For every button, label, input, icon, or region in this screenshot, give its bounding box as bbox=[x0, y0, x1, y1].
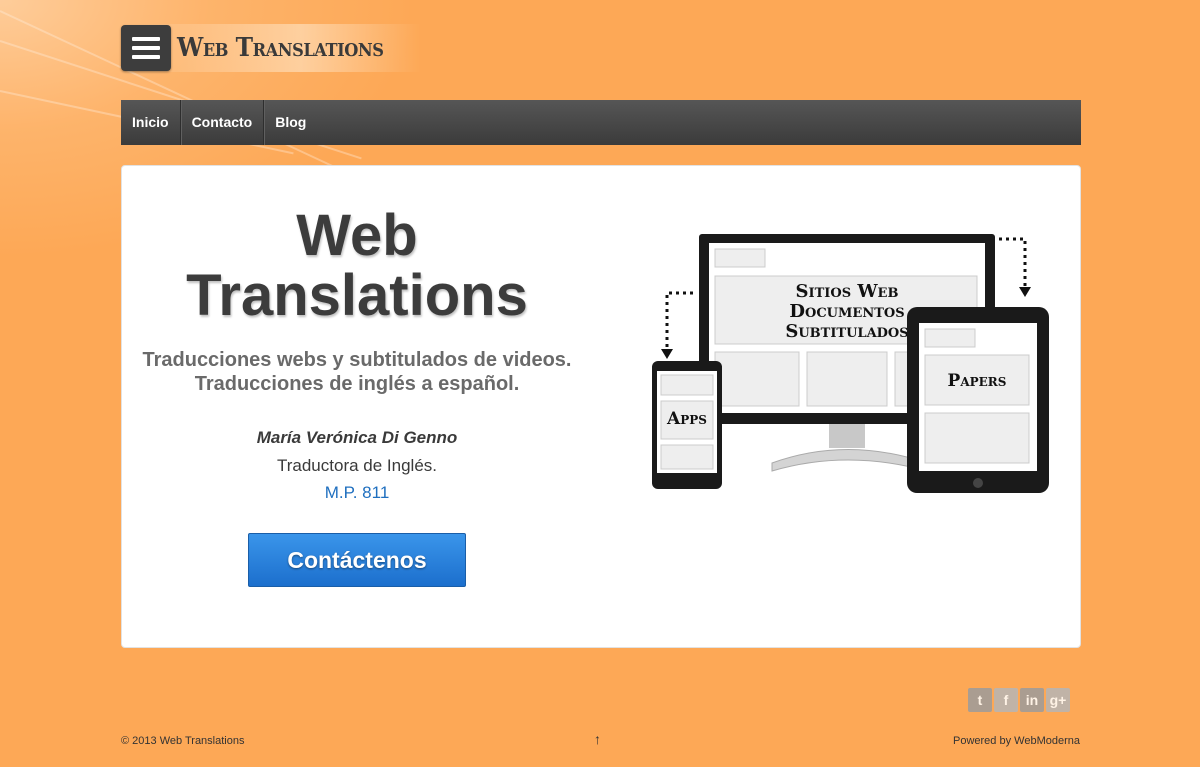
phone-label: Apps bbox=[666, 409, 707, 429]
monitor-label-2: Documentos bbox=[789, 301, 904, 322]
registration-number: M.P. 811 bbox=[324, 483, 390, 502]
linkedin-icon[interactable]: in bbox=[1020, 688, 1044, 712]
arrow-head-icon bbox=[661, 349, 673, 359]
translator-role: Traductora de Inglés. bbox=[276, 456, 437, 475]
nav-item-contacto[interactable]: Contacto bbox=[181, 100, 265, 145]
nav-item-inicio[interactable]: Inicio bbox=[121, 100, 181, 145]
tablet-label: Papers bbox=[948, 371, 1007, 391]
powered-by-prefix: Powered by bbox=[953, 735, 1015, 747]
webmoderna-link[interactable]: WebModerna bbox=[1014, 735, 1080, 747]
contact-button[interactable]: Contáctenos bbox=[248, 533, 466, 587]
devices-illustration: Sitios Web Documentos Subtitulados Paper… bbox=[652, 234, 1049, 493]
hero-subtitle: Traducciones webs y subtitulados de vide… bbox=[142, 349, 572, 395]
facebook-icon[interactable]: f bbox=[994, 688, 1018, 712]
social-links: t f in g+ bbox=[968, 688, 1070, 712]
tablet-icon bbox=[907, 307, 1049, 493]
powered-by: Powered by WebModerna bbox=[953, 735, 1080, 747]
hero-title-line1: Web bbox=[296, 203, 418, 268]
monitor-label-3: Subtitulados bbox=[785, 321, 908, 342]
copyright-text: © 2013 Web Translations bbox=[121, 735, 245, 747]
hero-title-line2: Translations bbox=[186, 263, 528, 328]
translator-name: María Verónica Di Genno bbox=[256, 428, 458, 447]
nav-item-blog[interactable]: Blog bbox=[264, 100, 317, 145]
hero-title: Web Translations bbox=[122, 206, 592, 326]
back-to-top-icon[interactable]: ↑ bbox=[594, 731, 601, 747]
hero-card: Web Translations Traducciones webs y sub… bbox=[121, 165, 1081, 648]
google-plus-icon[interactable]: g+ bbox=[1046, 688, 1070, 712]
monitor-label-1: Sitios Web bbox=[796, 281, 899, 302]
arrow-head-icon bbox=[1019, 287, 1031, 297]
site-logo[interactable]: Web Translations bbox=[121, 24, 421, 72]
twitter-icon[interactable]: t bbox=[968, 688, 992, 712]
menu-icon bbox=[121, 25, 171, 71]
logo-text: Web Translations bbox=[177, 33, 384, 63]
main-nav: Inicio Contacto Blog bbox=[121, 100, 1081, 145]
